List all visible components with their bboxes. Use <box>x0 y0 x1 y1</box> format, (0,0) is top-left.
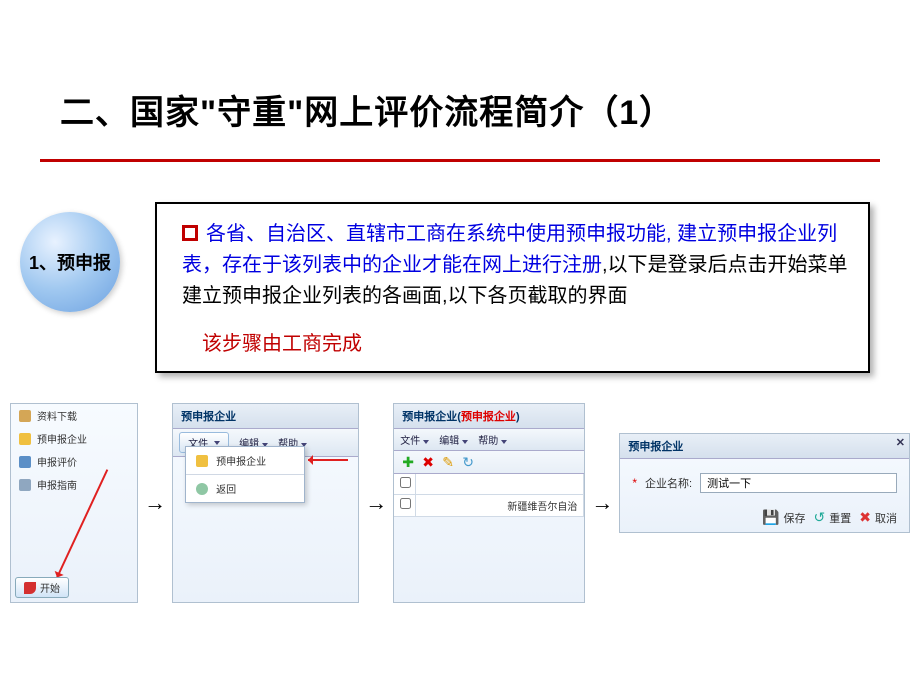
chevron-down-icon <box>214 441 220 445</box>
doc-icon <box>19 433 31 445</box>
sidebar-item-label: 预申报企业 <box>37 431 87 446</box>
reset-icon: ↺ <box>814 509 826 526</box>
back-icon <box>196 483 208 495</box>
step-label: 1、预申报 <box>29 249 111 275</box>
screenshot-4: 预申报企业 ✕ * 企业名称: 💾 保存 ↺ 重置 ✖ 取消 <box>619 433 910 533</box>
required-star-icon: * <box>632 476 637 490</box>
action-toolbar: ✚ ✖ ✎ ↻ <box>394 451 584 474</box>
arrow-right-icon: → <box>365 490 387 516</box>
checkbox-header[interactable] <box>394 474 416 494</box>
start-button-label: 开始 <box>40 580 60 595</box>
sidebar-item-guide[interactable]: 申报指南 <box>11 473 137 496</box>
field-label: 企业名称: <box>645 475 692 491</box>
panel-title-red: 预申报企业 <box>461 411 516 423</box>
checkbox[interactable] <box>400 477 411 488</box>
toolbar: 文件 编辑 帮助 <box>394 429 584 451</box>
sidebar-item-evaluate[interactable]: 申报评价 <box>11 450 137 473</box>
save-button[interactable]: 💾 保存 <box>762 509 805 526</box>
chevron-down-icon <box>423 440 429 444</box>
checkbox[interactable] <box>400 498 411 509</box>
slide-title-area: 二、国家"守重"网上评价流程简介（1） <box>0 0 920 144</box>
delete-icon[interactable]: ✖ <box>422 455 436 469</box>
start-button[interactable]: 开始 <box>15 577 69 598</box>
reset-button-label: 重置 <box>829 510 851 526</box>
row-checkbox-cell[interactable] <box>394 495 416 516</box>
chevron-down-icon <box>501 440 507 444</box>
body-text: 各省、自治区、直辖市工商在系统中使用预申报功能, 建立预申报企业列表，存在于该列… <box>182 219 848 312</box>
form-row: * 企业名称: <box>620 459 909 503</box>
edit-menu[interactable]: 编辑 <box>439 432 468 447</box>
sidebar-item-prereport[interactable]: 预申报企业 <box>11 427 137 450</box>
eval-icon <box>19 456 31 468</box>
content-row: 1、预申报 各省、自治区、直辖市工商在系统中使用预申报功能, 建立预申报企业列表… <box>0 202 920 373</box>
panel-title-prefix: 预申报企业( <box>402 411 461 423</box>
column-header <box>416 474 584 494</box>
chevron-down-icon <box>462 440 468 444</box>
doc-icon <box>196 455 208 467</box>
table-row[interactable]: 新疆维吾尔自治 <box>394 495 584 517</box>
screenshot-2: 预申报企业 文件 编辑 帮助 预申报企业 返回 <box>172 403 359 603</box>
step-circle: 1、预申报 <box>20 212 120 312</box>
description-box: 各省、自治区、直辖市工商在系统中使用预申报功能, 建立预申报企业列表，存在于该列… <box>155 202 870 373</box>
cancel-button[interactable]: ✖ 取消 <box>859 509 897 526</box>
help-menu[interactable]: 帮助 <box>478 432 507 447</box>
dropdown-item-label: 返回 <box>216 481 236 496</box>
footnote: 该步骤由工商完成 <box>202 327 848 356</box>
sidebar-item-label: 申报评价 <box>37 454 77 469</box>
dropdown-item-back[interactable]: 返回 <box>186 475 304 502</box>
arrow-right-icon: → <box>591 490 613 516</box>
bullet-square-icon <box>182 225 198 241</box>
slide-title: 二、国家"守重"网上评价流程简介（1） <box>60 85 860 134</box>
screenshot-3: 预申报企业(预申报企业) 文件 编辑 帮助 ✚ ✖ ✎ ↻ 新疆维吾尔自治 <box>393 403 585 603</box>
edit-icon[interactable]: ✎ <box>442 455 456 469</box>
save-button-label: 保存 <box>784 510 806 526</box>
cancel-button-label: 取消 <box>875 510 897 526</box>
save-icon: 💾 <box>762 509 779 526</box>
modal-title: 预申报企业 <box>628 441 683 453</box>
table-header-row <box>394 474 584 495</box>
refresh-icon[interactable]: ↻ <box>462 455 476 469</box>
guide-icon <box>19 479 31 491</box>
arrow-right-icon: → <box>144 490 166 516</box>
annotation-arrow-icon <box>308 459 348 461</box>
row-cell: 新疆维吾尔自治 <box>416 495 584 516</box>
screenshot-row: 资料下载 预申报企业 申报评价 申报指南 开始 → 预申报企业 文件 编辑 <box>0 403 920 603</box>
folder-icon <box>19 410 31 422</box>
dropdown-item-prereport[interactable]: 预申报企业 <box>186 447 304 474</box>
modal-header: 预申报企业 ✕ <box>620 434 909 459</box>
sidebar-item-label: 资料下载 <box>37 408 77 423</box>
add-icon[interactable]: ✚ <box>402 455 416 469</box>
file-menu[interactable]: 文件 <box>400 432 429 447</box>
title-underline <box>40 159 880 162</box>
reset-button[interactable]: ↺ 重置 <box>814 509 852 526</box>
dropdown-item-label: 预申报企业 <box>216 453 266 468</box>
panel-header: 预申报企业(预申报企业) <box>394 404 584 429</box>
panel-title-suffix: ) <box>516 411 520 423</box>
sidebar-item-downloads[interactable]: 资料下载 <box>11 404 137 427</box>
modal-button-row: 💾 保存 ↺ 重置 ✖ 取消 <box>620 503 909 536</box>
file-dropdown: 预申报企业 返回 <box>185 446 305 503</box>
cancel-icon: ✖ <box>859 509 871 526</box>
screenshot-1: 资料下载 预申报企业 申报评价 申报指南 开始 <box>10 403 138 603</box>
sidebar-item-label: 申报指南 <box>37 477 77 492</box>
panel-header: 预申报企业 <box>173 404 358 429</box>
close-icon[interactable]: ✕ <box>896 436 905 449</box>
company-name-input[interactable] <box>700 473 897 493</box>
flag-icon <box>24 582 36 594</box>
